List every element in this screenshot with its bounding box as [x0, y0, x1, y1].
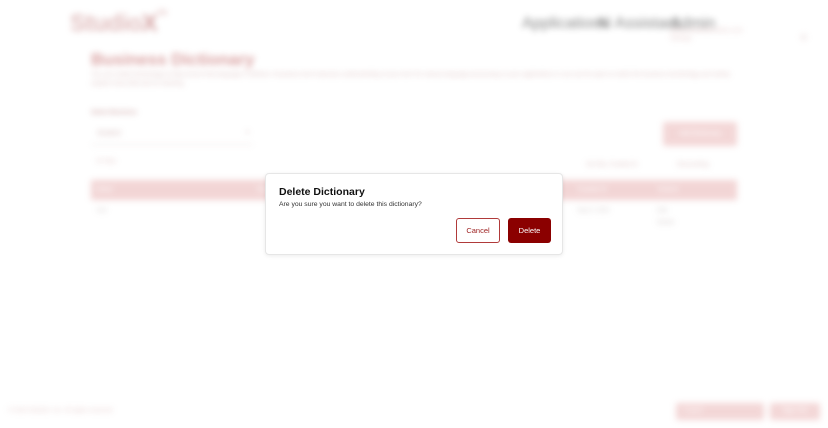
gear-icon[interactable]: ⚙	[800, 33, 807, 42]
page-description: You can create terminology to help ensur…	[91, 72, 730, 87]
dialog-message: Are you sure you want to delete this dic…	[279, 201, 422, 208]
table-row-created: Sep 9, 2024	[577, 208, 610, 214]
column-header-created: Created At	[577, 187, 608, 193]
admin-subtitle: administrator@studiox.com Settings	[670, 28, 743, 42]
footer-copyright: © 2024 StudioX, Inc. All rights reserved	[8, 408, 113, 414]
language-select[interactable]: English	[676, 403, 764, 420]
row-edit-link[interactable]: Edit	[657, 208, 667, 214]
sort-direction-select[interactable]: Descending	[677, 162, 709, 168]
nav-admin[interactable]: Admin	[670, 15, 715, 33]
delete-button[interactable]: Delete	[508, 218, 551, 243]
column-header-actions: Actions	[657, 187, 680, 193]
dialog-title: Delete Dictionary	[279, 186, 365, 198]
filter-icon: ☰	[96, 159, 102, 165]
chevron-down-icon: ▾	[245, 130, 249, 136]
sort-by-select[interactable]: Sort By: Created At	[586, 162, 637, 168]
sign-out-button[interactable]: Sign Out	[770, 403, 820, 420]
cancel-button[interactable]: Cancel	[456, 218, 500, 243]
column-header-name: Name	[97, 187, 114, 193]
business-select-label: Select Business	[91, 110, 138, 116]
table-row-name: test	[97, 208, 107, 214]
add-dictionary-button[interactable]: Add Dictionary	[663, 122, 737, 146]
studiox-logo: StudioXTM	[70, 10, 167, 37]
nav-applications[interactable]: Applications	[522, 15, 608, 33]
row-delete-link[interactable]: Delete	[657, 220, 674, 226]
page-title: Business Dictionary	[91, 50, 255, 69]
delete-dictionary-dialog: Delete Dictionary Are you sure you want …	[265, 173, 563, 255]
business-select[interactable]: StudioX ▾	[91, 123, 253, 145]
filter-control[interactable]: ☰ Filter	[96, 158, 116, 165]
nav-ai-assistant[interactable]: AI Assistant	[596, 15, 680, 33]
